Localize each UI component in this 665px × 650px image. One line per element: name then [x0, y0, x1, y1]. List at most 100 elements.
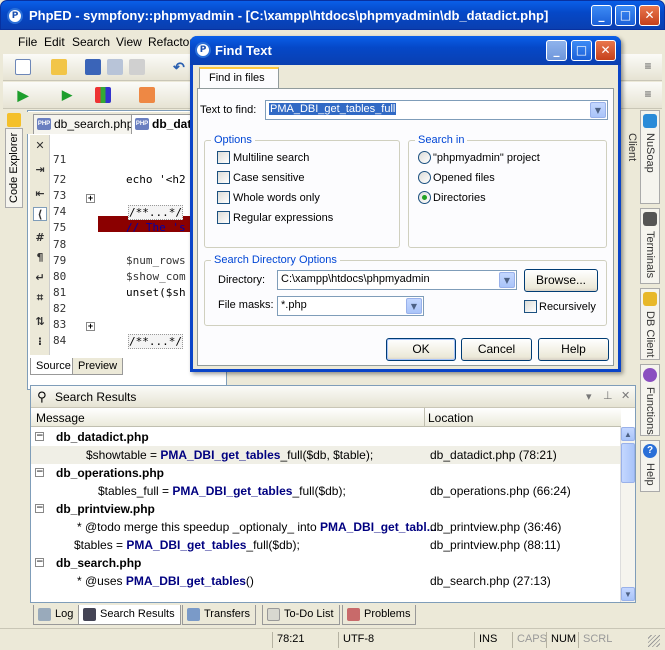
tab-source[interactable]: Source	[30, 358, 77, 375]
whole-words-checkbox[interactable]	[217, 191, 230, 204]
result-match-row[interactable]: $tables_full = PMA_DBI_get_tables_full($…	[31, 482, 621, 500]
close-button[interactable]: ✕	[639, 5, 660, 26]
opened-files-radio[interactable]	[418, 171, 431, 184]
result-file-row[interactable]: − db_datadict.php	[31, 428, 621, 446]
functions-tab[interactable]: Functions	[640, 364, 660, 436]
tab-log[interactable]: Log	[33, 605, 80, 625]
result-match-row[interactable]: * @uses PMA_DBI_get_tables() db_search.ph…	[31, 572, 621, 590]
pilcrow-icon[interactable]: ¶	[33, 251, 47, 265]
code-line[interactable]: /**...*/	[128, 334, 183, 350]
tab-todo-list[interactable]: To-Do List	[262, 605, 340, 625]
menu-view[interactable]: View	[116, 35, 142, 49]
column-divider[interactable]	[424, 408, 425, 427]
code-line[interactable]: $show_com	[126, 270, 186, 283]
chevron-down-icon[interactable]: ▼	[499, 272, 515, 288]
undo-icon[interactable]: ↶	[171, 59, 187, 75]
main-titlebar[interactable]: P PhpED - sympfony::phpmyadmin - [C:\xam…	[0, 0, 665, 30]
scroll-up-icon[interactable]: ▲	[621, 427, 635, 441]
run-icon[interactable]: ▶	[15, 87, 31, 103]
editor-tab-db-datadict[interactable]: PHP db_dat	[131, 114, 197, 134]
help-tab[interactable]: ? Help	[640, 440, 660, 492]
dialog-maximize-button[interactable]: □	[571, 40, 592, 61]
terminals-tab[interactable]: Terminals	[640, 208, 660, 284]
recursively-checkbox[interactable]	[524, 300, 537, 313]
maximize-button[interactable]: □	[615, 5, 636, 26]
menu-refactor[interactable]: Refactor	[148, 35, 193, 49]
file-masks-input[interactable]: *.php ▼	[277, 296, 424, 316]
outdent-icon[interactable]: ⇤	[33, 187, 47, 201]
save-all-icon[interactable]	[107, 59, 123, 75]
print-icon[interactable]	[129, 59, 145, 75]
collapse-icon[interactable]: −	[35, 504, 44, 513]
browse-button[interactable]: Browse...	[524, 269, 598, 292]
column-location[interactable]: Location	[428, 411, 473, 425]
directories-radio[interactable]	[418, 191, 431, 204]
dialog-titlebar[interactable]: P Find Text _ □ ✕	[190, 36, 621, 65]
new-file-icon[interactable]	[15, 59, 31, 75]
result-file-row[interactable]: − db_printview.php	[31, 500, 621, 518]
result-match-row[interactable]: $showtable = PMA_DBI_get_tables_full($db…	[31, 446, 621, 464]
stop-icon[interactable]	[139, 87, 155, 103]
nusoap-client-tab[interactable]: NuSoap Client	[626, 110, 660, 204]
tab-find-in-files[interactable]: Find in files	[199, 67, 279, 89]
result-match-row[interactable]: $tables = PMA_DBI_get_tables_full($db); d…	[31, 536, 621, 554]
tab-transfers[interactable]: Transfers	[182, 605, 257, 625]
wrap-icon[interactable]: ↵	[33, 271, 47, 285]
open-folder-icon[interactable]	[51, 59, 67, 75]
indent-icon[interactable]: ⇥	[33, 163, 47, 177]
collapse-icon[interactable]: −	[35, 558, 44, 567]
menu-edit[interactable]: Edit	[44, 35, 65, 49]
pin-icon[interactable]: ⊥	[603, 389, 613, 402]
result-match-row[interactable]: * @todo merge this speedup _optionaly_ i…	[31, 518, 621, 536]
cancel-button[interactable]: Cancel	[461, 338, 532, 361]
collapse-icon[interactable]: −	[35, 468, 44, 477]
comment-icon[interactable]: ⟨	[33, 207, 47, 221]
tab-preview[interactable]: Preview	[72, 358, 124, 375]
code-line[interactable]: echo '<h2	[126, 173, 186, 186]
help-button[interactable]: Help	[538, 338, 609, 361]
regex-checkbox[interactable]	[217, 211, 230, 224]
resize-grip[interactable]	[648, 635, 660, 647]
db-client-tab[interactable]: DB Client	[640, 288, 660, 360]
profiler-icon[interactable]	[95, 87, 111, 103]
editor-tab-db-search[interactable]: PHP db_search.php	[33, 114, 139, 134]
toolbar-menu-icon[interactable]: ≡	[640, 87, 656, 103]
result-file-row[interactable]: − db_operations.php	[31, 464, 621, 482]
project-radio[interactable]	[418, 151, 431, 164]
case-sensitive-checkbox[interactable]	[217, 171, 230, 184]
tab-search-results[interactable]: Search Results	[78, 605, 181, 625]
tab-problems[interactable]: Problems	[342, 605, 417, 625]
scroll-down-icon[interactable]: ▼	[621, 587, 635, 601]
panel-close-icon[interactable]: ✕	[621, 389, 630, 402]
search-results-scrollbar[interactable]: ▲ ▼	[620, 427, 635, 602]
dialog-minimize-button[interactable]: _	[546, 40, 567, 61]
code-line[interactable]: $showtabl	[126, 238, 186, 251]
menu-file[interactable]: File	[18, 35, 37, 49]
code-explorer-tab[interactable]: Code Explorer	[5, 128, 23, 208]
toolbar-menu-icon[interactable]: ≡	[640, 59, 656, 75]
multiline-checkbox[interactable]	[217, 151, 230, 164]
chevron-down-icon[interactable]: ▼	[590, 102, 606, 118]
text-to-find-input[interactable]: PMA_DBI_get_tables_full ▼	[265, 100, 608, 120]
dialog-close-button[interactable]: ✕	[595, 40, 616, 61]
bookmark-icon[interactable]: ⌗	[33, 291, 47, 305]
result-file-row[interactable]: − db_search.php	[31, 554, 621, 572]
scroll-thumb[interactable]	[621, 443, 635, 483]
code-line[interactable]: /**...*/	[128, 205, 183, 221]
chevron-down-icon[interactable]: ▼	[406, 298, 422, 314]
code-line[interactable]: // The 's	[126, 221, 186, 234]
save-icon[interactable]	[85, 59, 101, 75]
format-icon[interactable]: ⁝	[33, 335, 47, 349]
fold-expand-icon[interactable]: +	[86, 194, 95, 203]
directory-input[interactable]: C:\xampp\htdocs\phpmyadmin ▼	[277, 270, 517, 290]
minimize-button[interactable]: _	[591, 5, 612, 26]
debug-icon[interactable]: ▶	[59, 87, 75, 103]
hash-icon[interactable]: #	[33, 231, 47, 245]
code-line[interactable]: $num_rows	[126, 254, 186, 267]
code-line[interactable]: unset($sh	[126, 286, 186, 299]
sort-icon[interactable]: ⇅	[33, 315, 47, 329]
column-message[interactable]: Message	[36, 411, 85, 425]
ok-button[interactable]: OK	[386, 338, 456, 361]
panel-menu-icon[interactable]: ▾	[586, 390, 592, 403]
menu-search[interactable]: Search	[72, 35, 110, 49]
